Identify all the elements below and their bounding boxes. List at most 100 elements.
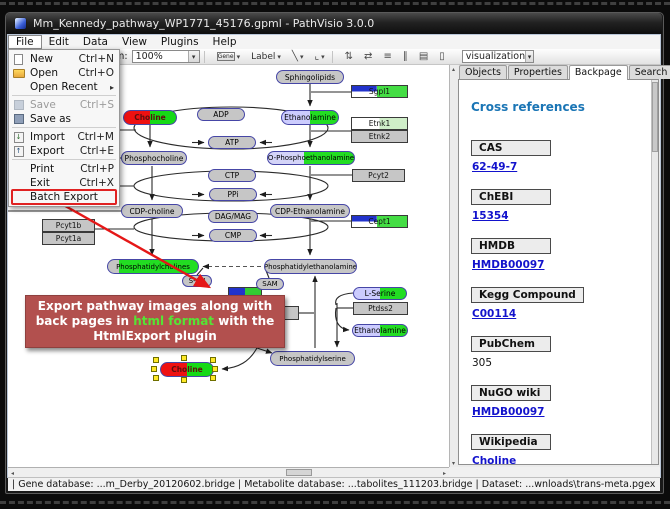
- genebox-sgpl1[interactable]: Sgpl1: [351, 85, 408, 98]
- crossref-link[interactable]: HMDB00097: [472, 406, 545, 418]
- node-atp[interactable]: ATP: [208, 136, 256, 149]
- menu-item-open[interactable]: Open Ctrl+O: [9, 66, 119, 80]
- selection-handle[interactable]: [153, 357, 159, 363]
- node-ppi[interactable]: PPi: [209, 188, 257, 201]
- node-choline[interactable]: Choline: [123, 110, 177, 125]
- genebox-pcyt1b[interactable]: Pcyt1b: [42, 219, 95, 232]
- menu-item-exit[interactable]: Exit Ctrl+X: [9, 176, 119, 190]
- selection-handle[interactable]: [153, 375, 159, 381]
- node-adp[interactable]: ADP: [197, 108, 245, 121]
- titlebar[interactable]: Mm_Kennedy_pathway_WP1771_45176.gpml - P…: [6, 13, 662, 34]
- menu-view[interactable]: View: [115, 35, 154, 49]
- genebox-pcyt1a[interactable]: Pcyt1a: [42, 232, 95, 245]
- tab-properties[interactable]: Properties: [508, 65, 568, 79]
- menu-help[interactable]: Help: [206, 35, 244, 49]
- node-phosphocholine[interactable]: Phosphocholine: [121, 151, 187, 165]
- gene-tool-button[interactable]: Gene: [214, 50, 244, 64]
- line-tool-button[interactable]: ╲: [289, 50, 307, 64]
- scroll-left-icon[interactable]: ◂: [8, 469, 17, 477]
- genebox-etnk1[interactable]: Etnk1: [351, 117, 408, 130]
- crossref-link[interactable]: HMDB00097: [472, 259, 545, 271]
- align-horizontal-center-button[interactable]: ⇄: [361, 50, 375, 64]
- scroll-up-icon[interactable]: ▴: [450, 65, 457, 73]
- callout-highlight: html format: [133, 314, 214, 328]
- node-cdp-choline[interactable]: CDP-choline: [121, 204, 183, 218]
- canvas-vertical-scrollbar[interactable]: ▴ ▾: [449, 65, 457, 467]
- selection-handle[interactable]: [151, 366, 157, 372]
- new-document-icon: [14, 54, 23, 65]
- distribute-vertical-icon: ∥: [403, 51, 408, 62]
- genebox-cept1[interactable]: Cept1: [351, 215, 408, 228]
- page-layout-button[interactable]: ▯: [436, 50, 448, 64]
- node-ethanolamine-2[interactable]: Ethanolamine: [352, 324, 408, 337]
- menu-item-new[interactable]: New Ctrl+N: [9, 52, 119, 66]
- genebox-etnk2[interactable]: Etnk2: [351, 130, 408, 143]
- zoom-combobox[interactable]: 100%: [132, 50, 200, 63]
- genebox-ptdss2[interactable]: Ptdss2: [353, 302, 408, 315]
- node-phosphatidylserine[interactable]: Phosphatidylserine: [270, 351, 355, 366]
- panel-scrollbar-thumb[interactable]: [652, 82, 658, 152]
- align-vertical-center-button[interactable]: ⇅: [342, 50, 356, 64]
- batch-export-highlight-box: [11, 189, 117, 205]
- selection-handle[interactable]: [210, 375, 216, 381]
- tab-search[interactable]: Search: [629, 65, 670, 79]
- import-icon: [14, 132, 24, 143]
- scroll-down-icon[interactable]: ▾: [450, 459, 457, 467]
- tab-objects[interactable]: Objects: [459, 65, 507, 79]
- crossref-section-kegg: Kegg Compound C00114: [471, 283, 644, 320]
- tab-backpage[interactable]: Backpage: [569, 65, 628, 80]
- node-o-phosphoethanolamine[interactable]: O-Phosphoethanolamine: [267, 151, 355, 165]
- node-ctp[interactable]: CTP: [208, 169, 256, 182]
- distribute-horizontal-button[interactable]: ≡: [380, 50, 394, 64]
- toolbar-separator: [332, 51, 333, 63]
- node-phosphatidylethanolamine[interactable]: Phosphatidylethanolamine: [264, 259, 357, 274]
- crossref-source: Wikipedia: [471, 434, 551, 450]
- node-choline-selected[interactable]: Choline: [160, 362, 214, 377]
- node-cmp[interactable]: CMP: [209, 229, 257, 242]
- node-sphingolipids[interactable]: Sphingolipids: [276, 70, 344, 84]
- menu-plugins[interactable]: Plugins: [154, 35, 206, 49]
- print-preview-button[interactable]: ▤: [416, 50, 431, 64]
- menu-item-save-as[interactable]: Save as: [9, 112, 119, 126]
- align-vertical-icon: ⇅: [345, 51, 353, 62]
- crossref-link[interactable]: 62-49-7: [472, 161, 517, 173]
- node-phosphatidylcholines[interactable]: Phosphatidylcholines: [107, 259, 199, 274]
- selection-handle[interactable]: [210, 357, 216, 363]
- selection-handle[interactable]: [181, 355, 187, 361]
- window-title: Mm_Kennedy_pathway_WP1771_45176.gpml - P…: [33, 17, 374, 30]
- genebox-pcyt2[interactable]: Pcyt2: [352, 169, 405, 182]
- menu-item-print[interactable]: Print Ctrl+P: [9, 162, 119, 176]
- scroll-right-icon[interactable]: ▸: [440, 469, 449, 477]
- crossref-link[interactable]: 15354: [472, 210, 509, 222]
- menu-item-import[interactable]: Import Ctrl+M: [9, 130, 119, 144]
- genebox-hidden-partial[interactable]: [283, 306, 299, 320]
- node-dag-mag[interactable]: DAG/MAG: [208, 210, 258, 223]
- panel-vertical-scrollbar[interactable]: [651, 80, 658, 464]
- distribute-vertical-button[interactable]: ∥: [400, 50, 411, 64]
- save-disk-icon: [14, 100, 24, 110]
- save-as-disk-icon: [14, 114, 24, 124]
- crossref-link[interactable]: Choline: [472, 455, 516, 465]
- node-cdp-ethanolamine[interactable]: CDP-Ethanolamine: [270, 204, 350, 218]
- node-sam[interactable]: SAM: [256, 278, 284, 290]
- visualization-dropdown-icon[interactable]: [525, 51, 533, 62]
- line-icon: ╲: [292, 51, 298, 62]
- node-sah[interactable]: S-AH: [182, 275, 212, 287]
- menu-data[interactable]: Data: [76, 35, 115, 49]
- label-tool-button[interactable]: Label: [248, 50, 284, 64]
- menu-item-open-recent[interactable]: Open Recent: [9, 80, 119, 94]
- visualization-combobox[interactable]: visualization: [462, 50, 534, 63]
- node-l-serine[interactable]: L-Serine: [353, 287, 407, 300]
- crossref-link[interactable]: C00114: [472, 308, 516, 320]
- canvas-horizontal-scrollbar[interactable]: ◂ ▸: [8, 467, 449, 477]
- node-ethanolamine[interactable]: Ethanolamine: [281, 110, 339, 125]
- menu-item-export[interactable]: Export Ctrl+E: [9, 144, 119, 158]
- menu-item-save[interactable]: Save Ctrl+S: [9, 98, 119, 112]
- zoom-dropdown-icon[interactable]: [188, 51, 199, 62]
- selection-handle[interactable]: [181, 377, 187, 383]
- menu-file[interactable]: File: [8, 35, 42, 49]
- connector-tool-button[interactable]: ⌞: [311, 50, 327, 64]
- selection-handle[interactable]: [212, 366, 218, 372]
- horizontal-scrollbar-thumb[interactable]: [286, 469, 312, 476]
- menu-edit[interactable]: Edit: [42, 35, 76, 49]
